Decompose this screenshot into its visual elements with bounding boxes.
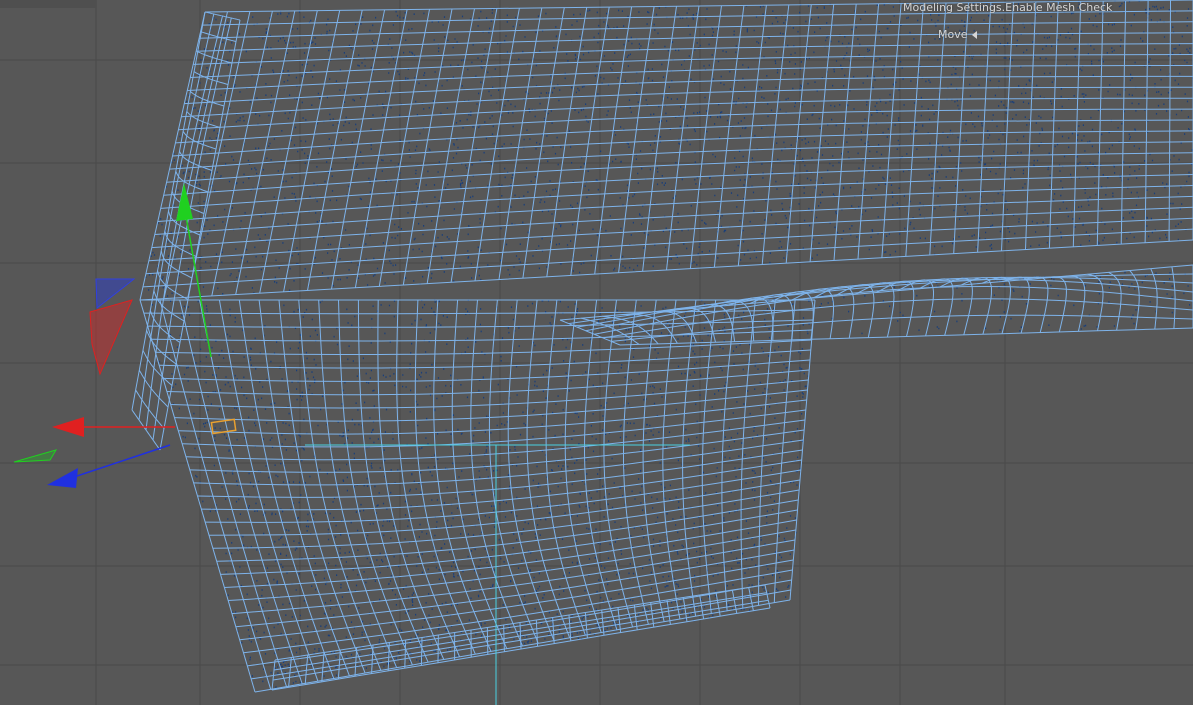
mesh-edge-loop (834, 284, 875, 338)
mesh-edge-ring (602, 298, 1193, 339)
mesh-edge-ring (151, 195, 1193, 249)
mesh-edge-ring (189, 429, 805, 473)
mesh-edge-loop (1048, 1, 1059, 249)
mesh-edge-loop (486, 627, 489, 655)
mesh-edge-loop (1120, 0, 1127, 245)
mesh-edge-loop (451, 299, 508, 649)
mesh-edge-ring (228, 529, 796, 601)
mesh-wireframe[interactable] (131, 0, 1193, 693)
gizmo-y-arrow-icon[interactable] (176, 183, 193, 221)
mesh-edge-ring (166, 369, 810, 396)
mesh-edge-loop (519, 622, 522, 649)
mesh-edge-ring (174, 389, 808, 422)
mesh-edge-loop (179, 299, 287, 687)
gizmo-xz-plane-handle[interactable] (13, 449, 58, 463)
mesh-edge-loop (1150, 268, 1158, 330)
mesh-edge-ring (159, 349, 811, 369)
triangle-left-icon (971, 31, 977, 39)
mesh-armrest-lip (559, 264, 1193, 346)
mesh-edge-loop (1045, 276, 1067, 333)
hud-status-message: Modeling Settings.Enable Mesh Check (903, 1, 1113, 14)
3d-viewport[interactable]: Modeling Settings.Enable Mesh Check Move (0, 0, 1193, 705)
mesh-edge-loop (354, 647, 358, 677)
mesh-front-panel (139, 299, 816, 693)
mesh-edge-loop (689, 5, 722, 269)
mesh-edge-loop (713, 5, 745, 268)
mesh-edge-ring (131, 409, 161, 451)
mesh-edge-ring (254, 599, 791, 693)
gizmo-x-arrow-icon[interactable] (52, 417, 84, 437)
mesh-edge-loop (737, 5, 767, 266)
mesh-edge-loop (503, 625, 505, 652)
mesh-edge-loop (1002, 276, 1030, 334)
mesh-vertex-dots (145, 0, 1193, 297)
mesh-edge-loop (159, 299, 272, 690)
mesh-edge-ring (154, 185, 1193, 235)
mesh-edge-loop (1168, 0, 1171, 242)
mesh-edge-ring (139, 239, 1193, 301)
hud-active-tool-label: Move (938, 28, 968, 41)
mesh-edge-ring (142, 350, 173, 386)
grid-edge-shade (0, 0, 96, 8)
mesh-edge-loop (1108, 271, 1122, 331)
mesh-edge-loop (1001, 2, 1014, 251)
mesh-edge-loop (1129, 270, 1140, 330)
mesh-edge-loop (977, 2, 992, 253)
mesh-edge-ring (160, 250, 193, 279)
mesh-edge-ring (166, 141, 1193, 183)
mesh-edge-ring (619, 327, 1193, 346)
viewport-scene[interactable] (0, 0, 1193, 705)
mesh-edge-ring (235, 549, 795, 628)
mesh-edge-ring (611, 314, 1193, 342)
mesh-edge-loop (488, 299, 539, 644)
mesh-edge-ring (224, 519, 797, 588)
mesh-edge-loop (1072, 1, 1082, 247)
mesh-edge-loop (420, 637, 423, 666)
mesh-edge-loop (758, 299, 776, 606)
mesh-edge-loop (981, 276, 1012, 334)
mesh-edge-loop (721, 299, 737, 611)
mesh-edge-ring (143, 309, 815, 315)
mesh-edge-loop (740, 299, 756, 609)
hud-active-tool[interactable]: Move (938, 28, 977, 41)
mesh-edge-loop (470, 299, 523, 647)
mesh-edge-loop (307, 9, 363, 291)
mesh-edge-loop (1066, 275, 1086, 332)
mesh-edge-ring (204, 11, 241, 21)
gizmo-z-arrow-icon[interactable] (47, 468, 78, 488)
mesh-edge-loop (138, 13, 215, 421)
mesh-edge-loop (371, 644, 374, 674)
mesh-edge-ring (212, 489, 800, 549)
